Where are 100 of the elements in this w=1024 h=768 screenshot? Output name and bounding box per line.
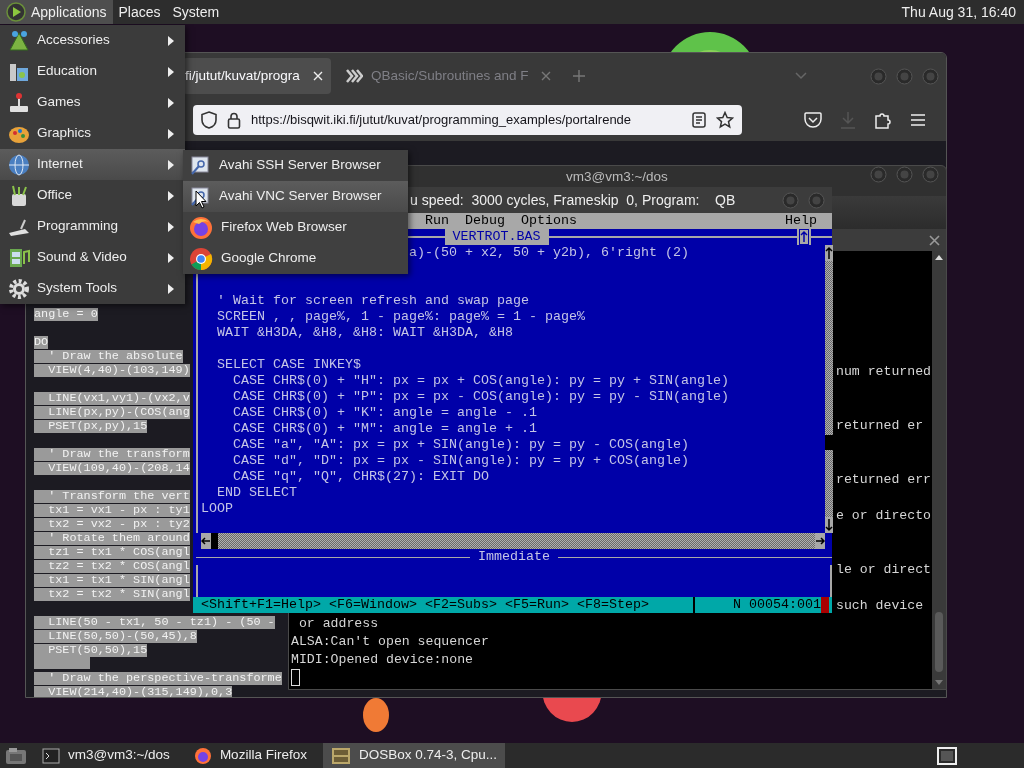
maximize-icon[interactable] (797, 229, 811, 245)
window-title: vm3@vm3:~/dos (566, 168, 668, 186)
menu-item[interactable]: Run (417, 213, 457, 229)
shield-icon[interactable] (201, 111, 217, 129)
scroll-up-icon[interactable] (935, 255, 943, 260)
puzzle-icon[interactable] (874, 111, 892, 129)
menu-item[interactable]: System Tools (0, 273, 185, 304)
panel-menu[interactable]: System (166, 0, 226, 24)
plus-icon[interactable] (573, 70, 585, 82)
code-line: SCREEN , , page%, 1 - page%: page% = 1 - page% (216, 309, 585, 325)
menu-item[interactable]: Education (0, 56, 185, 87)
submenu-arrow-icon (167, 127, 175, 140)
status-indicator (821, 597, 829, 613)
clock: Thu Aug 31, 16:40 (900, 3, 1017, 22)
menu-item[interactable]: Avahi SSH Server Browser (183, 150, 408, 181)
terminal-line: or address (297, 615, 379, 633)
chevron-down-icon[interactable] (795, 72, 807, 80)
close-icon[interactable] (929, 234, 940, 246)
terminal-line: num returned (836, 363, 931, 381)
url-text: https://bisqwit.iki.fi/jutut/kuvat/programming_examples/portalrende (251, 111, 632, 130)
window-title: u speed: 3000 cycles, Frameskip 0, Program: QB (410, 190, 736, 210)
code-line: CASE CHR$(0) + "P": px = px - COS(angle): py = py - SIN(angle) (232, 389, 729, 405)
pane-title: Immediate (477, 549, 551, 565)
submenu-arrow-icon (167, 96, 175, 109)
panel-menu[interactable]: Applications (0, 0, 113, 24)
submenu-arrow-icon (167, 282, 175, 295)
desktop-icon[interactable] (4, 745, 28, 766)
menu-item[interactable]: Sound & Video (0, 242, 185, 273)
code-line: ' Wait for screen refresh and swap page (216, 293, 529, 309)
scrollbar[interactable] (825, 245, 833, 533)
globe-icon (7, 152, 31, 177)
gear-icon (7, 276, 31, 301)
terminal-line: such device (836, 597, 924, 615)
star-icon[interactable] (716, 111, 734, 129)
browser-tab[interactable]: fi/jutut/kuvat/progra (183, 58, 331, 94)
menu-item[interactable]: Programming (0, 211, 185, 242)
code-line: SELECT CASE INKEY$ (216, 357, 361, 373)
joystick-icon (7, 90, 31, 115)
code-line: CASE CHR$(0) + "M": angle = angle + .1 (232, 421, 537, 437)
browser-logo-icon (189, 246, 213, 271)
menu-item[interactable]: Office (0, 180, 185, 211)
scroll-thumb[interactable] (825, 435, 833, 450)
stacked-chevrons-icon (345, 69, 363, 83)
lock-icon[interactable] (227, 111, 241, 129)
taskbar-button[interactable]: vm3@vm3:~/dos (34, 743, 178, 768)
menu-item[interactable]: Firefox Web Browser (183, 212, 408, 243)
menu-item[interactable]: Help (777, 213, 825, 229)
mouse-pointer-icon (195, 190, 207, 209)
submenu-arrow-icon (167, 220, 175, 233)
scrollbar[interactable] (932, 251, 946, 689)
menu-item[interactable]: Options (513, 213, 585, 229)
scrollbar[interactable] (201, 533, 825, 549)
drafting-tools-icon (7, 28, 31, 53)
workspace-icon[interactable] (936, 745, 958, 766)
menu-item[interactable]: Accessories (0, 25, 185, 56)
submenu-arrow-icon (167, 189, 175, 202)
file-title: VERTROT.BAS (444, 229, 549, 245)
taskbar-button[interactable]: Mozilla Firefox (185, 743, 315, 768)
menu-item[interactable]: Games (0, 87, 185, 118)
terminal-line: MIDI:Opened device:none (291, 651, 474, 669)
menu-icon[interactable] (910, 113, 926, 127)
menu-item[interactable]: Google Chrome (183, 243, 408, 274)
menu-item[interactable]: Graphics (0, 118, 185, 149)
code-line: LOOP (201, 501, 233, 517)
scroll-up-icon[interactable] (825, 245, 833, 261)
terminal-line: returned er (836, 417, 924, 435)
address-bar[interactable]: https://bisqwit.iki.fi/jutut/kuvat/programming_examples/portalrende (193, 105, 742, 135)
panel-menu[interactable]: Places (112, 0, 167, 24)
terminal-line: returned err (836, 471, 931, 489)
scroll-thumb[interactable] (935, 612, 943, 672)
pocket-icon[interactable] (804, 112, 822, 128)
taskbar-button[interactable]: DOSBox 0.74-3, Cpu... (322, 743, 505, 768)
code-line: CASE "a", "A": px = px + SIN(angle): py = py - COS(angle) (232, 437, 689, 453)
selection-highlight (34, 656, 90, 669)
terminal-line: le or direct (836, 561, 931, 579)
code-line: WAIT &H3DA, &H8, &H8: WAIT &H3DA, &H8 (216, 325, 513, 341)
reader-view-icon[interactable] (692, 112, 706, 128)
terminal-line: e or directo (836, 507, 931, 525)
browser-logo-icon (193, 746, 212, 765)
submenu-arrow-icon (167, 34, 175, 47)
box-logo-icon (330, 746, 351, 765)
code-line: a)-(50 + x2, 50 + y2b), 6'right (2) (408, 245, 689, 261)
code-line: CASE "d", "D": px = px - SIN(angle): py = py + COS(angle) (232, 453, 689, 469)
menu-item[interactable]: Internet (0, 149, 185, 180)
submenu-arrow-icon (167, 158, 175, 171)
code-line: END SELECT (216, 485, 297, 501)
submenu-arrow-icon (167, 65, 175, 78)
text-cursor (291, 669, 300, 686)
code-line: CASE CHR$(0) + "H": px = px + COS(angle): py = py + SIN(angle) (232, 373, 729, 389)
menu-item[interactable]: Debug (457, 213, 513, 229)
wallpaper-blob (362, 698, 390, 732)
scroll-left-icon[interactable] (201, 533, 211, 549)
browser-logo-icon (189, 215, 213, 240)
scroll-right-icon[interactable] (815, 533, 825, 549)
scroll-thumb[interactable] (211, 533, 218, 549)
magnifier-window-icon (189, 154, 211, 177)
code-line: CASE "q", "Q", CHR$(27): EXIT DO (232, 469, 489, 485)
terminal-line: ALSA:Can't open sequencer (291, 633, 489, 651)
scroll-down-icon[interactable] (825, 517, 833, 533)
menu-item[interactable]: Avahi VNC Server Browser (183, 181, 408, 212)
